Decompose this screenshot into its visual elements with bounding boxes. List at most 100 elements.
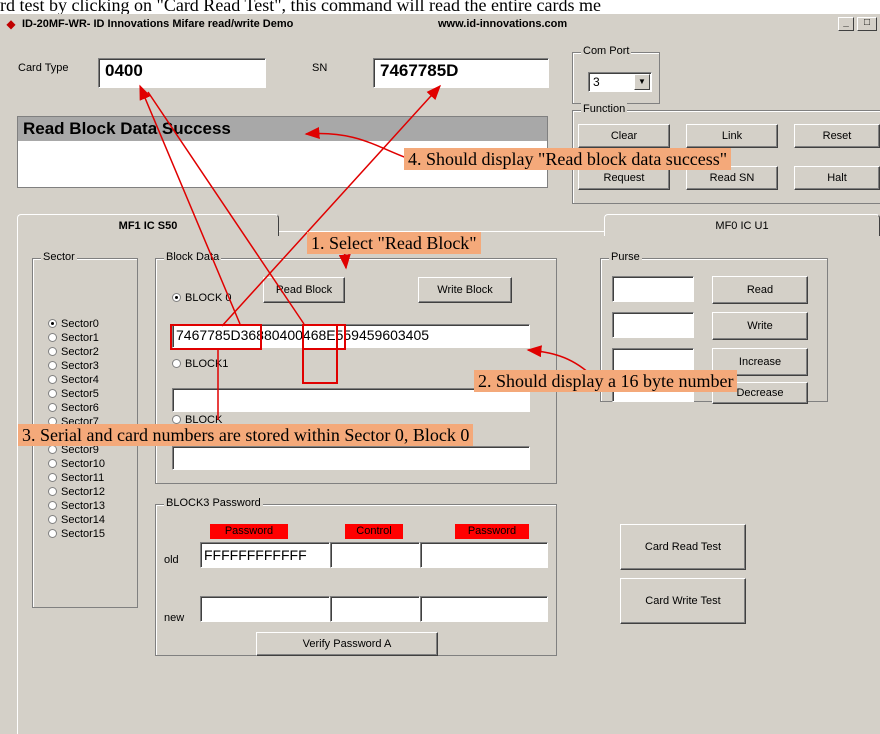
block1-radio[interactable]: BLOCK1 [172,358,236,371]
purse-field-1[interactable] [612,276,694,302]
card-type-field[interactable]: 0400 [98,58,266,88]
window-url: www.id-innovations.com [438,18,568,30]
block0-label: BLOCK 0 [185,292,232,304]
com-port-label: Com Port [581,45,632,57]
sector-radio-5[interactable]: Sector5 [48,388,99,401]
status-message: Read Block Data Success [18,117,547,141]
chevron-down-icon[interactable]: ▼ [634,74,650,90]
block-data-label: Block Data [164,251,222,263]
radio-dot [48,319,57,328]
app-window: ◆ ID-20MF-WR- ID Innovations Mifare read… [0,14,880,734]
password2-col-label: Password [455,524,529,539]
sector-radio-6[interactable]: Sector6 [48,402,99,415]
tab-mf0-ic-u1[interactable]: MF0 IC U1 [604,214,880,236]
sector-radio-14[interactable]: Sector14 [48,514,105,527]
write-block-button[interactable]: Write Block [418,277,512,303]
sector-radio-label: Sector0 [61,318,99,330]
sector-radio-label: Sector14 [61,514,106,526]
annotation-note-2: 2. Should display a 16 byte number [474,370,738,392]
radio-dot [172,415,181,424]
sector-radio-label: Sector11 [61,472,105,484]
password-col-label: Password [210,524,288,539]
old-password-field[interactable]: FFFFFFFFFFFF [200,542,330,568]
sn-label: SN [312,62,328,74]
verify-password-button[interactable]: Verify Password A [256,632,438,656]
annotation-note-4: 4. Should display "Read block data succe… [404,148,732,170]
link-button[interactable]: Link [686,124,778,148]
sector-radio-4[interactable]: Sector4 [48,374,99,387]
radio-dot [48,529,57,538]
control-col-label: Control [345,524,403,539]
reset-button[interactable]: Reset [794,124,880,148]
com-port-value: 3 [593,75,600,89]
new-control-field[interactable] [330,596,420,622]
sector-radio-label: Sector15 [61,528,106,540]
minimize-button[interactable]: _ [838,17,854,31]
new-label: new [164,612,185,624]
radio-dot [48,459,57,468]
sector-radio-label: Sector1 [61,332,99,344]
purse-read-button[interactable]: Read [712,276,808,304]
old-control-field[interactable] [330,542,420,568]
radio-dot [48,375,57,384]
card-read-test-button[interactable]: Card Read Test [620,524,746,570]
read-block-button[interactable]: Read Block [263,277,345,303]
password-group-label: BLOCK3 Password [164,497,263,509]
card-type-label: Card Type [18,62,69,74]
block0-radio[interactable]: BLOCK 0 [172,292,236,305]
clear-button[interactable]: Clear [578,124,670,148]
annotation-note-3: 3. Serial and card numbers are stored wi… [18,424,474,446]
purse-write-button[interactable]: Write [712,312,808,340]
radio-dot [48,515,57,524]
sector-label: Sector [41,251,77,263]
com-port-select[interactable]: 3 ▼ [588,72,652,92]
sector-radio-label: Sector6 [61,402,99,414]
sector-radio-0[interactable]: Sector0 [48,318,99,331]
radio-dot [48,445,57,454]
card-write-test-button[interactable]: Card Write Test [620,578,746,624]
radio-dot [48,333,57,342]
sector-radio-label: Sector2 [61,346,99,358]
sector-radio-10[interactable]: Sector10 [48,458,105,471]
radio-dot [172,359,181,368]
tab-mf1-ic-s50[interactable]: MF1 IC S50 [17,214,279,236]
window-title: ID-20MF-WR- ID Innovations Mifare read/w… [22,18,294,30]
maximize-button[interactable]: □ [857,17,877,31]
radio-dot [48,487,57,496]
function-label: Function [581,103,628,115]
sector-radio-label: Sector13 [61,500,106,512]
title-bar: ◆ ID-20MF-WR- ID Innovations Mifare read… [0,14,880,34]
new-password-field[interactable] [200,596,330,622]
app-icon: ◆ [6,17,16,31]
radio-dot [48,473,57,482]
old-label: old [164,554,179,566]
sector-radio-3[interactable]: Sector3 [48,360,99,373]
sector-radio-11[interactable]: Sector11 [48,472,104,485]
purse-label: Purse [609,251,642,263]
block2-field[interactable] [172,446,530,470]
radio-dot [48,361,57,370]
sector-radio-label: Sector5 [61,388,99,400]
radio-dot [48,403,57,412]
radio-dot [48,501,57,510]
new-password2-field[interactable] [420,596,548,622]
sector-radio-label: Sector4 [61,374,99,386]
old-password2-field[interactable] [420,542,548,568]
sector-radio-1[interactable]: Sector1 [48,332,99,345]
block1-label: BLOCK1 [185,358,229,370]
sector-radio-label: Sector10 [61,458,106,470]
sector-radio-label: Sector3 [61,360,99,372]
halt-button[interactable]: Halt [794,166,880,190]
sector-radio-label: Sector12 [61,486,106,498]
sector-radio-12[interactable]: Sector12 [48,486,105,499]
serial-highlight-box [170,324,262,350]
radio-dot [48,347,57,356]
caption-line: rd test by clicking on "Card Read Test",… [0,0,601,14]
radio-dot [172,293,181,302]
card-type-highlight-box-b [302,324,338,384]
sector-radio-2[interactable]: Sector2 [48,346,99,359]
sn-field[interactable]: 7467785D [373,58,549,88]
sector-radio-15[interactable]: Sector15 [48,528,105,541]
purse-field-2[interactable] [612,312,694,338]
sector-radio-13[interactable]: Sector13 [48,500,105,513]
